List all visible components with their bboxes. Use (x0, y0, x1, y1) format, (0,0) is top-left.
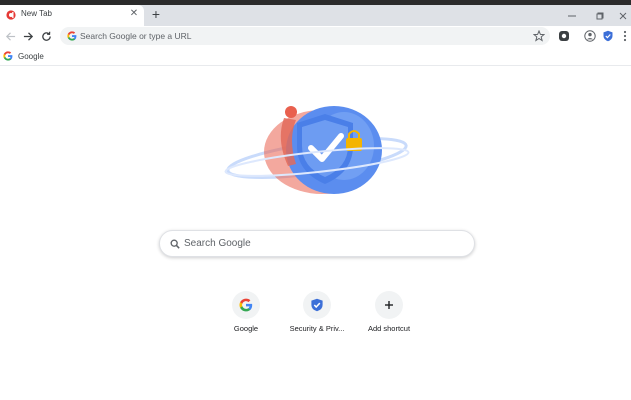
profile-button[interactable] (583, 29, 597, 43)
menu-icon (623, 30, 627, 42)
omnibox[interactable]: Search Google or type a URL (60, 27, 550, 45)
minimize-icon (568, 15, 576, 16)
google-g-icon (3, 51, 13, 61)
shortcut-label: Add shortcut (367, 324, 411, 333)
shortcut-icon-circle (232, 291, 260, 319)
extension-icon (559, 31, 569, 41)
reload-button[interactable] (38, 28, 54, 44)
close-icon (619, 12, 626, 19)
tab-strip: New Tab ✕ + (0, 5, 631, 26)
bookmarks-bar: Google (0, 46, 631, 66)
shield-extension-button[interactable] (601, 29, 615, 43)
back-button[interactable] (2, 28, 18, 44)
shortcut-label: Security & Priv... (289, 324, 345, 333)
omnibox-placeholder: Search Google or type a URL (80, 31, 192, 41)
security-shield-illustration (224, 106, 410, 194)
plus-icon (385, 301, 393, 309)
bookmark-google[interactable]: Google (3, 50, 44, 62)
add-shortcut-button[interactable]: Add shortcut (354, 291, 424, 339)
menu-button[interactable] (620, 29, 630, 43)
opera-red-icon (6, 10, 16, 20)
shortcut-label: Google (233, 324, 259, 333)
google-g-icon (67, 31, 77, 41)
google-g-icon (239, 298, 253, 312)
toolbar: Search Google or type a URL (0, 26, 631, 46)
forward-button[interactable] (20, 28, 36, 44)
bookmark-label: Google (18, 51, 44, 61)
tab-new-tab[interactable]: New Tab ✕ (0, 5, 144, 26)
search-placeholder: Search Google (184, 238, 251, 249)
shortcut-icon-circle (375, 291, 403, 319)
tab-title: New Tab (21, 9, 52, 18)
shortcut-icon-circle (303, 291, 331, 319)
ntp-search-box[interactable]: Search Google (159, 230, 475, 257)
close-window-button[interactable] (614, 5, 631, 26)
search-icon (170, 239, 180, 249)
minimize-button[interactable] (558, 5, 586, 26)
maximize-icon (596, 12, 604, 19)
shield-extension-icon (603, 30, 613, 42)
tab-close-icon[interactable]: ✕ (128, 8, 140, 20)
bookmark-star-icon[interactable] (533, 30, 545, 42)
shortcut-security-privacy[interactable]: Security & Priv... (282, 291, 352, 339)
back-arrow-icon (5, 31, 15, 41)
reload-icon (41, 31, 51, 41)
profile-icon (584, 30, 596, 42)
shield-check-icon (311, 298, 323, 312)
shortcut-google[interactable]: Google (211, 291, 281, 339)
new-tab-button[interactable]: + (149, 7, 163, 21)
extension-button[interactable] (557, 29, 571, 43)
forward-arrow-icon (23, 31, 33, 41)
maximize-button[interactable] (586, 5, 614, 26)
